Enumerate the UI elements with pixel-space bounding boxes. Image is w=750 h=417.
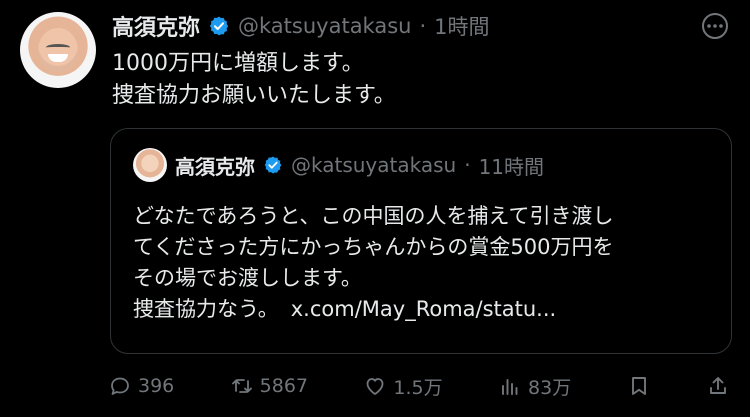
retweet-icon — [231, 379, 252, 393]
reply-count: 396 — [138, 375, 175, 397]
retweet-count: 5867 — [259, 375, 309, 397]
quoted-tweet-card[interactable]: 高須克弥 @katsuyatakasu · 11時間 どなたであろうと、この中国… — [110, 128, 732, 354]
more-options-button[interactable] — [700, 12, 730, 40]
retweet-button[interactable]: 5867 — [230, 374, 308, 398]
separator-dot: · — [419, 14, 427, 38]
tweet-header: 高須克弥 @katsuyatakasu · 1時間 — [112, 10, 490, 42]
verified-check-icon — [264, 156, 282, 174]
tweet-action-bar: 396 5867 1.5万 83万 — [108, 370, 730, 402]
quoted-text-line: てくださった方にかっちゃんからの賞金500万円を — [133, 235, 614, 259]
quoted-tweet-time: 11時間 — [478, 154, 545, 179]
bookmark-button[interactable] — [627, 374, 651, 398]
tweet-text-line: 捜査協力お願いいたします。 — [112, 83, 396, 108]
tweet-text: 1000万円に増額します。 捜査協力お願いいたします。 — [112, 48, 396, 112]
quoted-text-line: 捜査協力なう。 x.com/May_Roma/statu... — [133, 294, 613, 325]
tweet-time[interactable]: 1時間 — [434, 11, 489, 41]
author-handle[interactable]: @katsuyatakasu — [238, 14, 411, 38]
bookmark-icon — [631, 377, 646, 395]
author-avatar[interactable] — [20, 12, 96, 88]
quoted-text-line: その場でお渡しします。 — [133, 266, 362, 290]
separator-dot: · — [464, 153, 471, 177]
quoted-author-name: 高須克弥 — [175, 154, 255, 179]
quoted-text-segment: 捜査協力なう。 — [133, 297, 279, 321]
quoted-text-line: どなたであろうと、この中国の人を捕えて引き渡し — [133, 204, 614, 228]
quoted-tweet-header: 高須克弥 @katsuyatakasu · 11時間 — [133, 148, 545, 182]
like-count: 1.5万 — [393, 376, 443, 399]
author-name[interactable]: 高須克弥 — [112, 10, 200, 42]
share-button[interactable] — [706, 374, 730, 398]
views-button[interactable]: 83万 — [498, 373, 571, 400]
reply-icon — [111, 377, 129, 395]
more-options-icon — [702, 13, 728, 39]
quoted-tweet-text: どなたであろうと、この中国の人を捕えて引き渡し てくださった方にかっちゃんからの… — [133, 201, 613, 325]
views-count: 83万 — [528, 376, 572, 399]
reply-button[interactable]: 396 — [108, 374, 174, 398]
heart-icon — [367, 378, 384, 395]
quoted-author-handle: @katsuyatakasu — [291, 153, 457, 177]
avatar-eyes — [46, 44, 70, 51]
views-icon — [502, 379, 518, 395]
tweet-text-line: 1000万円に増額します。 — [112, 51, 364, 76]
quoted-author-avatar — [133, 148, 167, 182]
like-button[interactable]: 1.5万 — [363, 373, 443, 400]
quoted-link[interactable]: x.com/May_Roma/statu... — [291, 297, 556, 321]
verified-check-icon — [209, 16, 229, 36]
share-icon — [710, 377, 726, 394]
